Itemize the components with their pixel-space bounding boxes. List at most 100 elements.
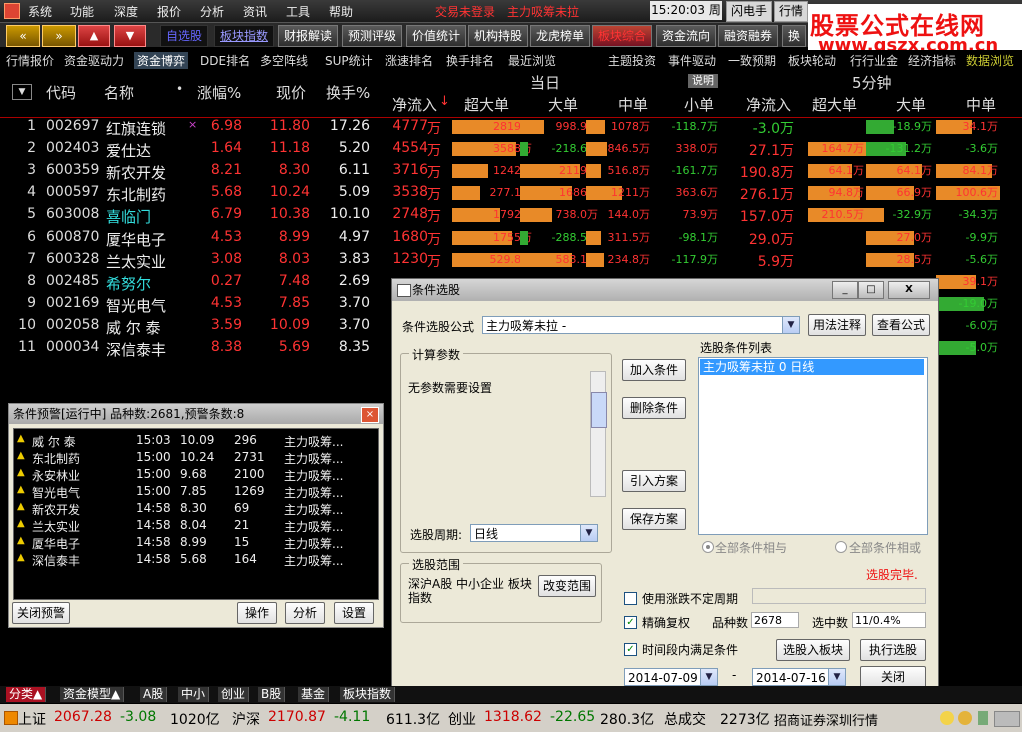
tab-econ[interactable]: 经济指标	[908, 52, 956, 69]
table-row[interactable]: 1 002697 红旗连锁 × 6.98 11.80 17.26 4777 万 2819万 998.…	[0, 116, 1022, 138]
col-change[interactable]: 涨幅%	[197, 82, 241, 103]
col-5m-net-inflow[interactable]: 净流入	[746, 94, 791, 115]
tab-rotation[interactable]: 板块轮动	[788, 52, 836, 69]
radio-or[interactable]	[835, 541, 847, 553]
col-large[interactable]: 大单	[548, 94, 578, 115]
lock-icon[interactable]	[958, 711, 972, 725]
alert-row[interactable]: ▲ 永安林业 15:00 9.68 2100 主力吸筹...	[14, 466, 378, 483]
alert-row[interactable]: ▲ 东北制药 15:00 10.24 2731 主力吸筹...	[14, 449, 378, 466]
params-scrollbar[interactable]	[590, 371, 607, 497]
tab-fund[interactable]: 基金	[298, 687, 330, 702]
table-row[interactable]: 5 603008 喜临门 6.79 10.38 10.10 2748 万 1792万 738.0万…	[0, 204, 1022, 226]
alert-row[interactable]: ▲ 威 尔 泰 15:03 10.09 296 主力吸筹...	[14, 432, 378, 449]
chk-flexible-period[interactable]	[624, 592, 637, 605]
tab-event[interactable]: 事件驱动	[668, 52, 716, 69]
col-medium[interactable]: 中单	[618, 94, 648, 115]
tab-financial-report[interactable]: 财报解读	[278, 25, 338, 47]
col-small[interactable]: 小单	[684, 94, 714, 115]
col-price[interactable]: 现价	[276, 82, 306, 103]
operate-button[interactable]: 操作	[237, 602, 277, 624]
tab-theme[interactable]: 主题投资	[608, 52, 656, 69]
to-block-button[interactable]: 选股入板块	[776, 639, 850, 661]
down-arrow-icon[interactable]: ▼	[114, 25, 146, 47]
tab-dragon-tiger[interactable]: 龙虎榜单	[530, 25, 590, 47]
condition-item[interactable]: 主力吸筹未拉 0 日线	[700, 359, 924, 375]
tab-fund-model[interactable]: 资金模型▲	[60, 687, 125, 702]
chevron-down-icon[interactable]: ▼	[828, 669, 845, 685]
close-icon[interactable]: X	[888, 281, 930, 299]
tab-consensus[interactable]: 一致预期	[728, 52, 776, 69]
tab-b-share[interactable]: B股	[258, 687, 286, 702]
table-row[interactable]: 2 002403 爱仕达 1.64 11.18 5.20 4554 万 3588万 -218.6万…	[0, 138, 1022, 160]
close-icon[interactable]: ×	[361, 407, 379, 423]
tab-sector-summary[interactable]: 板块综合	[592, 25, 652, 47]
signal-icon[interactable]	[978, 711, 988, 725]
change-range-button[interactable]: 改变范围	[538, 575, 596, 597]
tab-watchlist[interactable]: 自选股	[160, 25, 208, 47]
col-5m-large[interactable]: 大单	[896, 94, 926, 115]
tab-quotes[interactable]: 行情报价	[6, 52, 54, 69]
smile-icon[interactable]	[940, 711, 954, 725]
tab-fund-drive[interactable]: 资金驱动力	[64, 52, 124, 69]
date-from[interactable]: 2014-07-09 ▼	[624, 668, 718, 686]
menu-depth[interactable]: 深度	[114, 3, 138, 20]
login-status[interactable]: 交易未登录	[435, 3, 495, 20]
tab-sme[interactable]: 中小	[178, 687, 210, 702]
condition-list[interactable]: 主力吸筹未拉 0 日线	[698, 357, 928, 535]
table-row[interactable]: 4 000597 东北制药 5.68 10.24 5.09 3538 万 277.1万 1686万…	[0, 182, 1022, 204]
prev-page-button[interactable]: «	[6, 25, 40, 47]
tab-fund-game[interactable]: 资金博弈	[134, 52, 189, 69]
import-plan-button[interactable]: 引入方案	[622, 470, 686, 492]
delete-condition-button[interactable]: 删除条件	[622, 397, 686, 419]
date-to[interactable]: 2014-07-16 ▼	[752, 668, 846, 686]
flash-trade-button[interactable]: 闪电手	[726, 1, 773, 22]
menu-system[interactable]: 系统	[28, 3, 52, 20]
tab-sector-idx[interactable]: 板块指数	[340, 687, 396, 702]
col-code[interactable]: 代码	[46, 82, 76, 103]
col-turnover[interactable]: 换手%	[326, 82, 370, 103]
col-super-large[interactable]: 超大单	[464, 94, 509, 115]
period-select[interactable]: 日线 ▼	[470, 524, 598, 542]
tab-gem[interactable]: 创业	[218, 687, 250, 702]
tab-sup[interactable]: SUP统计	[325, 52, 373, 69]
explain-button[interactable]: 说明	[688, 74, 718, 88]
chevron-down-icon[interactable]: ▼	[782, 317, 799, 333]
chevron-down-icon[interactable]: ▼	[580, 525, 597, 541]
tab-speed-rank[interactable]: 涨速排名	[385, 52, 433, 69]
up-arrow-icon[interactable]: ▲	[78, 25, 110, 47]
chk-time-range[interactable]: ✓	[624, 643, 637, 656]
tab-margin[interactable]: 融资融券	[718, 25, 778, 47]
menu-info[interactable]: 资讯	[243, 3, 267, 20]
save-plan-button[interactable]: 保存方案	[622, 508, 686, 530]
alert-row[interactable]: ▲ 厦华电子 14:58 8.99 15 主力吸筹...	[14, 534, 378, 551]
tab-a-share[interactable]: A股	[140, 687, 168, 702]
alert-row[interactable]: ▲ 智光电气 15:00 7.85 1269 主力吸筹...	[14, 483, 378, 500]
alert-row[interactable]: ▲ 新农开发 14:58 8.30 69 主力吸筹...	[14, 500, 378, 517]
minimize-icon[interactable]: _	[832, 281, 858, 299]
menu-function[interactable]: 功能	[70, 3, 94, 20]
col-5m-medium[interactable]: 中单	[966, 94, 996, 115]
formula-select[interactable]: 主力吸筹未拉 - ▼	[482, 316, 800, 334]
quote-button[interactable]: 行情	[774, 1, 809, 22]
maximize-icon[interactable]: □	[858, 281, 884, 299]
radio-and[interactable]	[702, 541, 714, 553]
tab-fund-flow[interactable]: 资金流向	[656, 25, 716, 47]
scroll-thumb[interactable]	[591, 392, 607, 428]
tab-turnover-rank[interactable]: 换手排名	[446, 52, 494, 69]
menu-help[interactable]: 帮助	[329, 3, 353, 20]
tab-institution[interactable]: 机构持股	[468, 25, 528, 47]
tab-industry[interactable]: 行行业金	[850, 52, 898, 69]
close-alert-button[interactable]: 关闭预警	[12, 602, 70, 624]
add-condition-button[interactable]: 加入条件	[622, 359, 686, 381]
chk-adjust[interactable]: ✓	[624, 616, 637, 629]
grid-icon[interactable]	[994, 711, 1020, 727]
col-5m-super-large[interactable]: 超大单	[812, 94, 857, 115]
tab-more[interactable]: 换	[782, 25, 806, 47]
tab-dde[interactable]: DDE排名	[200, 52, 250, 69]
chevron-down-icon[interactable]: ▼	[700, 669, 717, 685]
alert-row[interactable]: ▲ 兰太实业 14:58 8.04 21 主力吸筹...	[14, 517, 378, 534]
tab-recent[interactable]: 最近浏览	[508, 52, 556, 69]
tab-category[interactable]: 分类▲	[6, 687, 47, 702]
header-menu-icon[interactable]: ▼	[12, 84, 32, 100]
tab-sector-index[interactable]: 板块指数	[214, 25, 274, 47]
